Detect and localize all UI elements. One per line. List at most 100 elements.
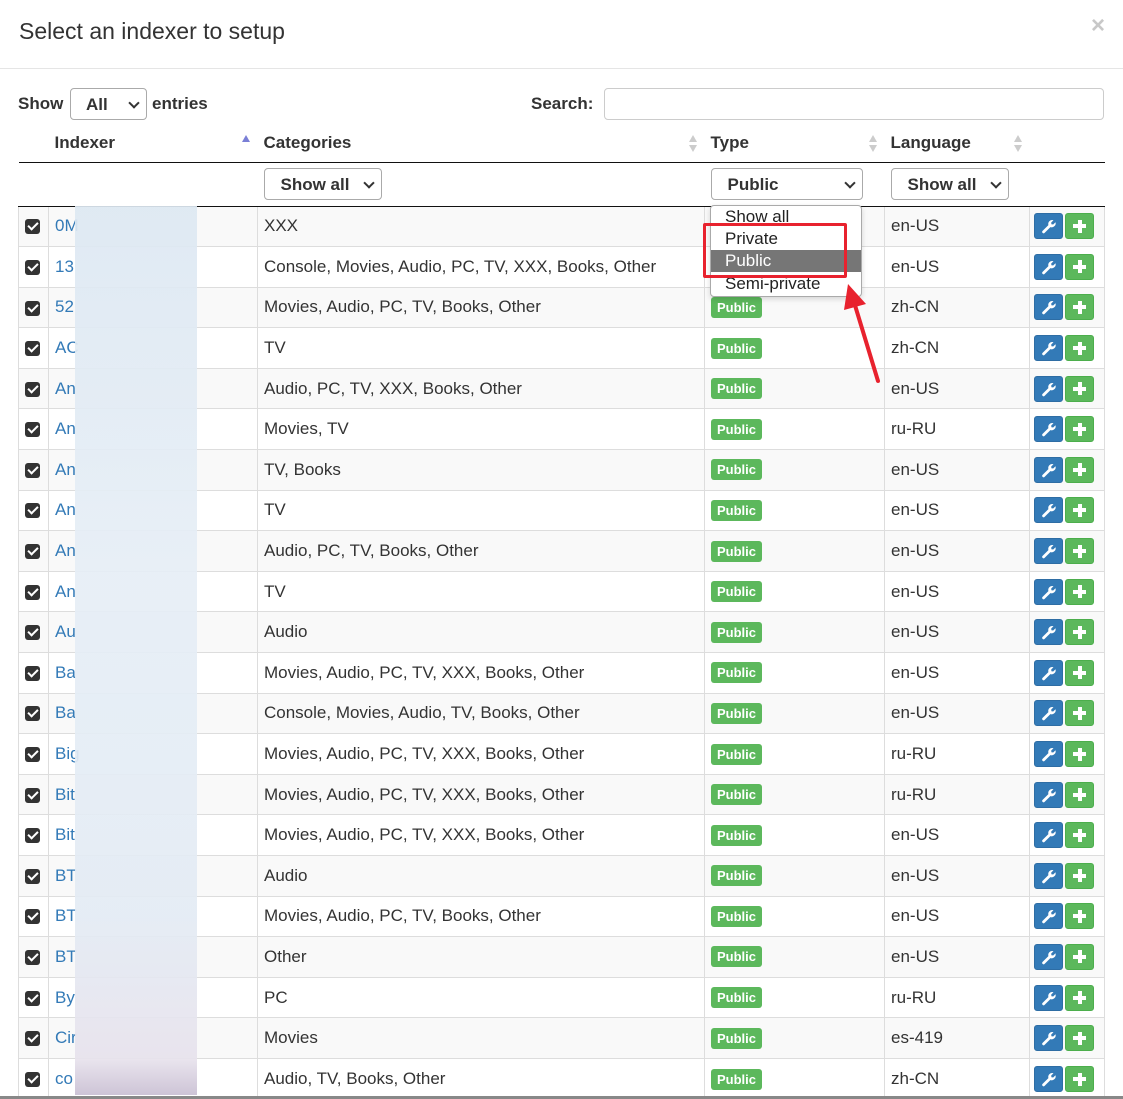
search-input[interactable]: [604, 88, 1104, 120]
indexer-link[interactable]: An: [55, 500, 76, 519]
categories-cell: Movies, Audio, PC, TV, XXX, Books, Other: [257, 652, 705, 694]
row-checkbox[interactable]: [25, 300, 40, 316]
indexer-link[interactable]: An: [55, 582, 76, 601]
indexer-link[interactable]: Bit: [55, 825, 75, 844]
row-checkbox[interactable]: [25, 584, 40, 600]
row-checkbox[interactable]: [25, 259, 40, 275]
row-checkbox[interactable]: [25, 219, 40, 235]
configure-button[interactable]: [1034, 375, 1063, 402]
row-checkbox[interactable]: [25, 381, 40, 397]
add-indexer-button[interactable]: [1065, 456, 1094, 483]
configure-button[interactable]: [1034, 903, 1063, 930]
row-checkbox[interactable]: [25, 909, 40, 925]
add-indexer-button[interactable]: [1065, 335, 1094, 362]
row-checkbox[interactable]: [25, 990, 40, 1006]
indexer-link[interactable]: Ba: [55, 663, 76, 682]
indexer-link[interactable]: BT: [55, 866, 77, 885]
configure-button[interactable]: [1034, 416, 1063, 443]
header-indexer[interactable]: Indexer: [48, 125, 258, 163]
close-icon[interactable]: ×: [1091, 12, 1105, 40]
language-text: en-US: [891, 662, 940, 682]
row-checkbox[interactable]: [25, 422, 40, 438]
row-checkbox[interactable]: [25, 950, 40, 965]
add-indexer-button[interactable]: [1065, 578, 1094, 605]
add-indexer-button[interactable]: [1065, 659, 1094, 686]
add-indexer-button[interactable]: [1065, 903, 1094, 930]
indexer-link[interactable]: An: [55, 379, 76, 398]
configure-button[interactable]: [1034, 335, 1063, 362]
configure-button[interactable]: [1034, 538, 1063, 565]
configure-button[interactable]: [1034, 1025, 1063, 1052]
filter-type-select[interactable]: Public: [710, 168, 863, 200]
entries-length-select[interactable]: All: [70, 88, 147, 120]
configure-button[interactable]: [1034, 253, 1063, 280]
row-checkbox[interactable]: [25, 544, 40, 560]
indexer-link[interactable]: Ba: [55, 703, 76, 722]
add-indexer-button[interactable]: [1065, 619, 1094, 646]
configure-button[interactable]: [1034, 619, 1063, 646]
indexer-link[interactable]: Au: [55, 622, 76, 641]
add-indexer-button[interactable]: [1065, 984, 1094, 1011]
configure-button[interactable]: [1034, 862, 1063, 889]
configure-button[interactable]: [1034, 578, 1063, 605]
add-indexer-button[interactable]: [1065, 538, 1094, 565]
configure-button[interactable]: [1034, 213, 1063, 240]
indexer-link[interactable]: By: [55, 988, 75, 1007]
row-checkbox[interactable]: [25, 462, 40, 478]
indexer-link[interactable]: An: [55, 419, 76, 438]
configure-button[interactable]: [1034, 700, 1063, 727]
indexer-link[interactable]: An: [55, 460, 76, 479]
add-indexer-button[interactable]: [1065, 862, 1094, 889]
indexer-link[interactable]: An: [55, 541, 76, 560]
add-indexer-button[interactable]: [1065, 294, 1094, 321]
indexer-link[interactable]: co: [55, 1069, 73, 1088]
indexer-link[interactable]: Cir: [55, 1028, 77, 1047]
indexer-link[interactable]: 13: [55, 257, 74, 276]
add-indexer-button[interactable]: [1065, 943, 1094, 970]
configure-button[interactable]: [1034, 741, 1063, 768]
filter-categories-select[interactable]: Show all: [263, 168, 382, 200]
add-indexer-button[interactable]: [1065, 213, 1094, 240]
row-checkbox[interactable]: [25, 1031, 40, 1047]
header-type[interactable]: Type: [704, 125, 885, 163]
configure-button[interactable]: [1034, 984, 1063, 1011]
add-indexer-button[interactable]: [1065, 700, 1094, 727]
indexer-link[interactable]: Bit: [55, 785, 75, 804]
add-indexer-button[interactable]: [1065, 1066, 1094, 1093]
configure-button[interactable]: [1034, 822, 1063, 849]
configure-button[interactable]: [1034, 781, 1063, 808]
configure-button[interactable]: [1034, 659, 1063, 686]
language-cell: es-419: [884, 1017, 1030, 1059]
indexer-link[interactable]: 52: [55, 297, 74, 316]
add-indexer-button[interactable]: [1065, 253, 1094, 280]
configure-button[interactable]: [1034, 294, 1063, 321]
actions-cell: [1029, 1017, 1105, 1059]
indexer-link[interactable]: BT: [55, 906, 77, 925]
row-checkbox[interactable]: [25, 787, 40, 803]
row-checkbox[interactable]: [25, 828, 40, 844]
configure-button[interactable]: [1034, 497, 1063, 524]
add-indexer-button[interactable]: [1065, 416, 1094, 443]
configure-button[interactable]: [1034, 456, 1063, 483]
add-indexer-button[interactable]: [1065, 822, 1094, 849]
actions-cell: [1029, 327, 1105, 369]
add-indexer-button[interactable]: [1065, 741, 1094, 768]
row-checkbox[interactable]: [25, 1072, 40, 1088]
row-checkbox[interactable]: [25, 625, 40, 641]
row-checkbox[interactable]: [25, 503, 40, 519]
row-checkbox[interactable]: [25, 747, 40, 763]
add-indexer-button[interactable]: [1065, 497, 1094, 524]
row-checkbox[interactable]: [25, 706, 40, 722]
indexer-link[interactable]: BT: [55, 947, 77, 966]
add-indexer-button[interactable]: [1065, 781, 1094, 808]
configure-button[interactable]: [1034, 1066, 1063, 1093]
row-checkbox[interactable]: [25, 341, 40, 357]
filter-language-select[interactable]: Show all: [890, 168, 1009, 200]
add-indexer-button[interactable]: [1065, 375, 1094, 402]
add-indexer-button[interactable]: [1065, 1025, 1094, 1052]
row-checkbox[interactable]: [25, 868, 40, 884]
header-language[interactable]: Language: [884, 125, 1030, 163]
configure-button[interactable]: [1034, 943, 1063, 970]
header-categories[interactable]: Categories: [257, 125, 705, 163]
row-checkbox[interactable]: [25, 665, 40, 681]
